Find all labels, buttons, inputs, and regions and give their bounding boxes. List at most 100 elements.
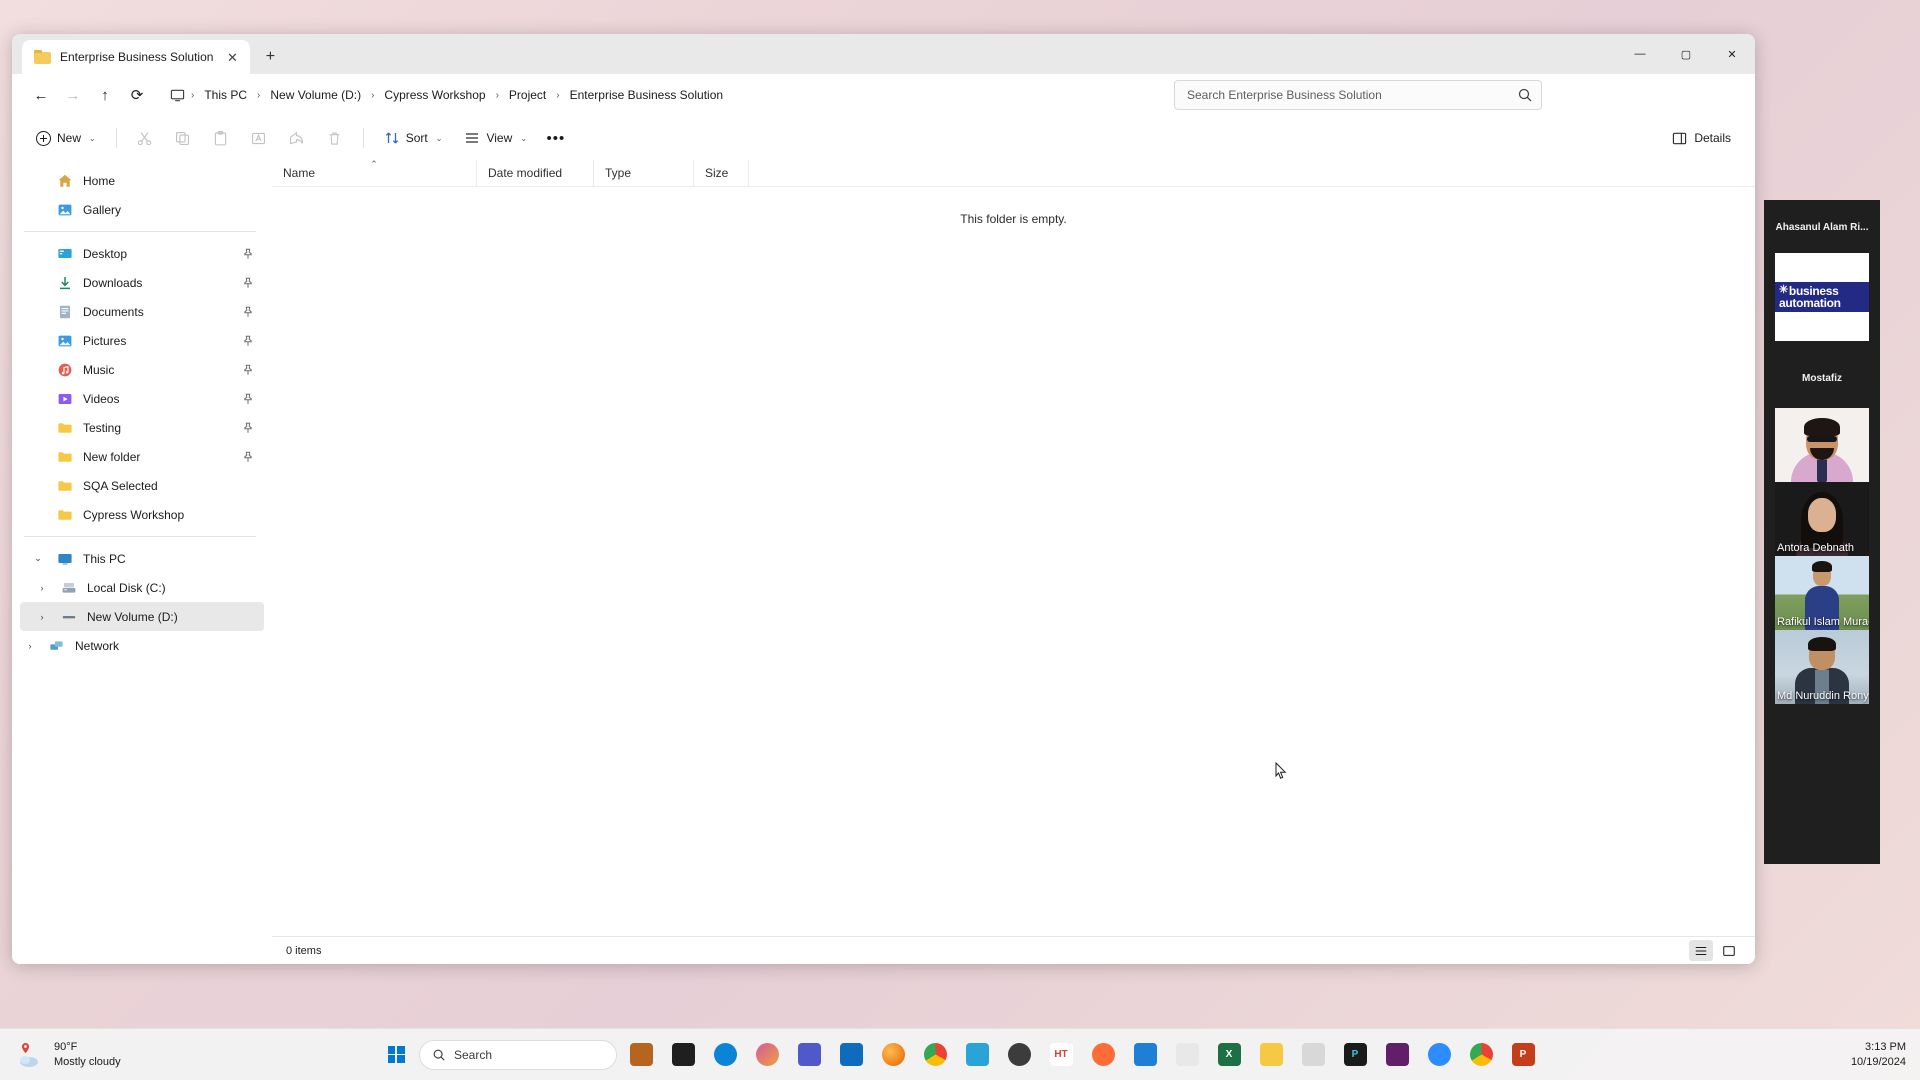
taskbar-app-java[interactable] <box>1169 1037 1205 1073</box>
chevron-down-icon[interactable]: ⌄ <box>30 553 46 564</box>
sidebar-item-new-folder[interactable]: New folder <box>20 442 264 471</box>
pin-icon[interactable] <box>242 277 254 289</box>
taskbar-app-excel[interactable]: X <box>1211 1037 1247 1073</box>
search-box[interactable] <box>1174 80 1542 110</box>
sidebar-item-label: Desktop <box>83 246 128 261</box>
sidebar-item-label: This PC <box>83 551 126 566</box>
weather-widget[interactable]: 90°F Mostly cloudy <box>0 1040 330 1070</box>
back-button[interactable]: ← <box>26 80 56 110</box>
tab-enterprise-business-solution[interactable]: Enterprise Business Solution ✕ <box>22 40 251 74</box>
pin-icon[interactable] <box>242 451 254 463</box>
breadcrumb-item-project[interactable]: Project <box>502 84 553 106</box>
column-header-date-modified[interactable]: Date modified <box>477 159 594 187</box>
list-view-icon[interactable] <box>1717 940 1741 961</box>
breadcrumb-item-this-pc[interactable]: This PC <box>197 84 254 106</box>
pin-icon[interactable] <box>242 335 254 347</box>
chevron-right-icon[interactable]: › <box>22 641 38 651</box>
sidebar-item-network[interactable]: › Network <box>20 631 264 660</box>
up-button[interactable]: ↑ <box>90 80 120 110</box>
taskbar-app-teams[interactable] <box>791 1037 827 1073</box>
taskbar-app-disc[interactable] <box>1001 1037 1037 1073</box>
participant-tile[interactable]: Rafikul Islam Murad <box>1775 556 1869 630</box>
sidebar-item-pictures[interactable]: Pictures <box>20 326 264 355</box>
participant-tile[interactable]: Antora Debnath <box>1775 482 1869 556</box>
sidebar-item-sqa-selected[interactable]: SQA Selected <box>20 471 264 500</box>
this-pc-icon[interactable] <box>166 84 188 106</box>
breadcrumb-item-cypress-workshop[interactable]: Cypress Workshop <box>377 84 492 106</box>
taskbar-app-powerpoint[interactable]: P <box>1505 1037 1541 1073</box>
details-pane-button[interactable]: Details <box>1662 123 1741 153</box>
close-tab-icon[interactable]: ✕ <box>222 47 242 67</box>
search-icon[interactable] <box>1517 87 1533 103</box>
pin-icon[interactable] <box>242 422 254 434</box>
delete-icon[interactable] <box>317 123 353 153</box>
sidebar-item-this-pc[interactable]: ⌄ This PC <box>20 544 264 573</box>
taskbar-app-slack[interactable] <box>1379 1037 1415 1073</box>
copy-icon[interactable] <box>165 123 201 153</box>
taskbar-app-zoom[interactable] <box>1421 1037 1457 1073</box>
column-header-name[interactable]: ⌃ Name <box>272 159 477 187</box>
taskbar-app-chart[interactable] <box>959 1037 995 1073</box>
sidebar-item-home[interactable]: Home <box>20 166 264 195</box>
sidebar-item-cypress-workshop[interactable]: Cypress Workshop <box>20 500 264 529</box>
sidebar-item-new-volume-d[interactable]: › New Volume (D:) <box>20 602 264 631</box>
sidebar-item-music[interactable]: Music <box>20 355 264 384</box>
file-list[interactable]: This folder is empty. <box>272 187 1755 936</box>
new-tab-button[interactable]: + <box>256 43 284 71</box>
sidebar-item-desktop[interactable]: Desktop <box>20 239 264 268</box>
participant-tile[interactable]: Md Nuruddin Rony <box>1775 630 1869 704</box>
taskbar-app-postman[interactable] <box>1085 1037 1121 1073</box>
pin-icon[interactable] <box>242 248 254 260</box>
taskbar-app-copilot[interactable] <box>749 1037 785 1073</box>
pin-icon[interactable] <box>242 306 254 318</box>
taskbar-app-chrome[interactable] <box>917 1037 953 1073</box>
refresh-button[interactable]: ⟳ <box>122 80 152 110</box>
column-header-type[interactable]: Type <box>594 159 694 187</box>
column-header-size[interactable]: Size <box>694 159 749 187</box>
taskbar-app-photoshop[interactable]: P <box>1337 1037 1373 1073</box>
taskbar-app-edge[interactable] <box>707 1037 743 1073</box>
pin-icon[interactable] <box>242 393 254 405</box>
video-call-panel[interactable]: Ahasanul Alam Ri... ✳ business automatio… <box>1764 200 1880 864</box>
sidebar-item-videos[interactable]: Videos <box>20 384 264 413</box>
taskbar-app-store[interactable] <box>1295 1037 1331 1073</box>
taskbar-clock[interactable]: 3:13 PM 10/19/2024 <box>1851 1040 1920 1070</box>
breadcrumb-item-new-volume-d[interactable]: New Volume (D:) <box>263 84 368 106</box>
cut-icon[interactable] <box>127 123 163 153</box>
close-window-button[interactable]: ✕ <box>1709 34 1755 74</box>
taskbar-app-firefox[interactable] <box>875 1037 911 1073</box>
forward-button[interactable]: → <box>58 80 88 110</box>
taskbar-app-chrome-beta[interactable] <box>1463 1037 1499 1073</box>
sort-button[interactable]: Sort ⌄ <box>374 123 453 153</box>
start-button[interactable] <box>379 1038 413 1072</box>
sidebar-item-testing[interactable]: Testing <box>20 413 264 442</box>
sidebar-item-gallery[interactable]: Gallery <box>20 195 264 224</box>
taskbar-app-terminal[interactable] <box>665 1037 701 1073</box>
minimize-button[interactable]: — <box>1617 34 1663 74</box>
taskbar-app-vscode[interactable] <box>1127 1037 1163 1073</box>
search-input[interactable] <box>1187 88 1517 102</box>
sidebar-item-local-disk-c[interactable]: › Local Disk (C:) <box>20 573 264 602</box>
sidebar-item-downloads[interactable]: Downloads <box>20 268 264 297</box>
share-icon[interactable] <box>279 123 315 153</box>
paste-icon[interactable] <box>203 123 239 153</box>
maximize-button[interactable]: ▢ <box>1663 34 1709 74</box>
sidebar-item-label: Network <box>75 638 120 653</box>
details-view-icon[interactable] <box>1689 940 1713 961</box>
chevron-right-icon[interactable]: › <box>34 583 50 593</box>
taskbar-app-outlook[interactable] <box>833 1037 869 1073</box>
breadcrumb-item-enterprise-business-solution[interactable]: Enterprise Business Solution <box>563 84 730 106</box>
view-button[interactable]: View ⌄ <box>454 123 537 153</box>
chevron-right-icon[interactable]: › <box>34 612 50 622</box>
taskbar-app-file-explorer-pinned[interactable] <box>623 1037 659 1073</box>
pin-icon[interactable] <box>242 364 254 376</box>
rename-icon[interactable] <box>241 123 277 153</box>
new-button[interactable]: New ⌄ <box>26 123 106 153</box>
breadcrumb-separator: › <box>257 89 261 101</box>
taskbar-search-box[interactable]: Search <box>419 1039 617 1070</box>
taskbar-app-explorer[interactable] <box>1253 1037 1289 1073</box>
participant-tile[interactable] <box>1775 408 1869 482</box>
taskbar-app-ht[interactable]: HT <box>1043 1037 1079 1073</box>
sidebar-item-documents[interactable]: Documents <box>20 297 264 326</box>
more-options-button[interactable]: ••• <box>539 123 573 153</box>
